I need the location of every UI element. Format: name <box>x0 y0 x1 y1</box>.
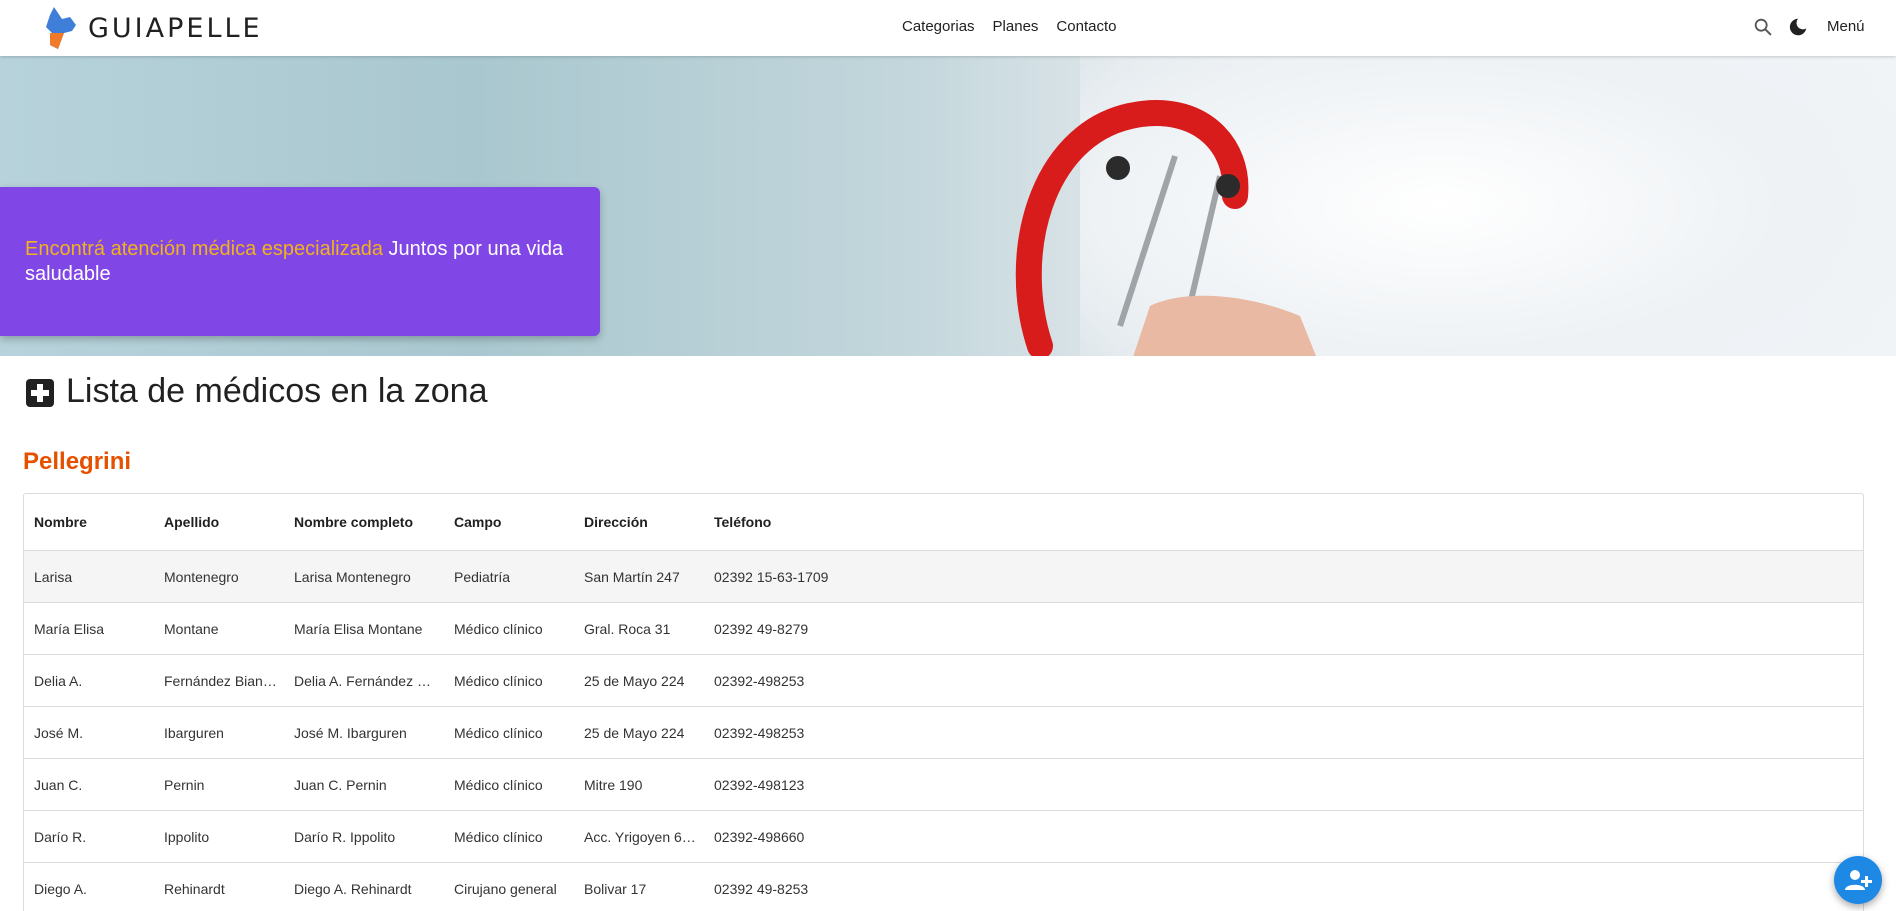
table-cell: Ibarguren <box>164 724 224 741</box>
column-header-nombre-completo[interactable]: Nombre completo <box>294 494 444 550</box>
table-cell: Cirujano general <box>454 880 557 897</box>
table-cell: María Elisa <box>34 620 105 637</box>
table-cell: Darío R. <box>34 828 87 845</box>
add-person-icon <box>1845 870 1872 890</box>
column-header-nombre[interactable]: Nombre <box>34 494 154 550</box>
table-cell: Fernández Bian… <box>164 672 277 689</box>
table-cell: Médico clínico <box>454 828 543 845</box>
town-heading: Pellegrini <box>23 448 132 475</box>
hero-tagline: Encontrá atención médica especializada J… <box>25 237 585 287</box>
hero-highlight: Encontrá atención médica especializada <box>25 238 383 260</box>
table-cell: Pediatría <box>454 568 511 585</box>
nav-categorias[interactable]: Categorias <box>902 18 975 35</box>
column-header-campo[interactable]: Campo <box>454 494 574 550</box>
nav-planes[interactable]: Planes <box>993 18 1039 35</box>
column-header-apellido[interactable]: Apellido <box>164 494 284 550</box>
table-cell: Larisa <box>34 568 73 585</box>
table-row[interactable]: María Elisa Montane María Elisa Montane Méd… <box>24 603 1863 655</box>
brand-logo[interactable]: GUIAPELLE <box>44 5 263 51</box>
table-cell: Montenegro <box>164 568 239 585</box>
table-cell: María Elisa Montane <box>294 620 423 637</box>
table-cell: Delia A. <box>34 672 83 689</box>
table-cell: Montane <box>164 620 219 637</box>
table-cell: Juan C. Pernin <box>294 776 387 793</box>
table-cell: Gral. Roca 31 <box>584 620 671 637</box>
table-cell: Médico clínico <box>454 776 543 793</box>
column-header-telefono[interactable]: Teléfono <box>714 494 914 550</box>
hero-promo-card: Encontrá atención médica especializada J… <box>0 187 600 336</box>
table-cell: Rehinardt <box>164 880 225 897</box>
brand-name: GUIAPELLE <box>88 12 263 44</box>
add-doctor-fab[interactable] <box>1834 856 1882 904</box>
column-header-direccion[interactable]: Dirección <box>584 494 696 550</box>
table-cell: Médico clínico <box>454 724 543 741</box>
table-cell: 02392-498253 <box>714 672 805 689</box>
table-cell: Médico clínico <box>454 672 543 689</box>
table-row[interactable]: Larisa Montenegro Larisa Montenegro Pediatr… <box>24 551 1863 603</box>
table-cell: 02392 49-8253 <box>714 880 809 897</box>
table-cell: Larisa Montenegro <box>294 568 411 585</box>
table-row[interactable]: Darío R. Ippolito Darío R. Ippolito Médico … <box>24 811 1863 863</box>
table-cell: 02392-498660 <box>714 828 805 845</box>
table-row[interactable]: Diego A. Rehinardt Diego A. Rehinardt Ciruj… <box>24 863 1863 911</box>
table-cell: Acc. Yrigoyen 6… <box>584 828 696 845</box>
logo-mark-icon <box>46 7 76 49</box>
table-cell: Ippolito <box>164 828 210 845</box>
table-cell: 02392 15-63-1709 <box>714 568 829 585</box>
table-cell: Delia A. Fernández … <box>294 672 431 689</box>
table-cell: Juan C. <box>34 776 83 793</box>
table-cell: Médico clínico <box>454 620 543 637</box>
table-row[interactable]: Delia A. Fernández Bian… Delia A. Fernánde… <box>24 655 1863 707</box>
table-cell: Diego A. <box>34 880 87 897</box>
hero-banner: Encontrá atención médica especializada J… <box>0 56 1896 356</box>
stethoscope-image <box>1015 100 1316 356</box>
table-cell: Pernin <box>164 776 205 793</box>
table-cell: 02392-498253 <box>714 724 805 741</box>
menu-button[interactable]: Menú <box>1827 18 1865 35</box>
table-row[interactable]: José M. Ibarguren José M. Ibarguren Médico … <box>24 707 1863 759</box>
table-cell: 02392 49-8279 <box>714 620 809 637</box>
table-header-row: Nombre Apellido Nombre completo Campo Di… <box>24 494 1863 551</box>
doctors-table: Nombre Apellido Nombre completo Campo Di… <box>23 493 1864 911</box>
page-title: Lista de médicos en la zona <box>66 372 488 410</box>
main-nav: Categorias Planes Contacto <box>902 18 1116 35</box>
table-cell: José M. Ibarguren <box>294 724 407 741</box>
table-cell: Diego A. Rehinardt <box>294 880 412 897</box>
table-cell: Darío R. Ippolito <box>294 828 396 845</box>
table-cell: San Martín 247 <box>584 568 680 585</box>
table-cell: Bolivar 17 <box>584 880 647 897</box>
nav-contacto[interactable]: Contacto <box>1056 18 1116 35</box>
table-cell: Mitre 190 <box>584 776 643 793</box>
table-row[interactable]: Juan C. Pernin Juan C. Pernin Médico clínic… <box>24 759 1863 811</box>
table-cell: 25 de Mayo 224 <box>584 672 685 689</box>
moon-icon[interactable] <box>1787 16 1809 38</box>
table-cell: 02392-498123 <box>714 776 805 793</box>
table-cell: 25 de Mayo 224 <box>584 724 685 741</box>
top-app-bar: GUIAPELLE Categorias Planes Contacto Men… <box>0 0 1896 56</box>
table-cell: José M. <box>34 724 84 741</box>
medical-cross-icon <box>26 379 54 407</box>
search-icon[interactable] <box>1752 16 1774 38</box>
